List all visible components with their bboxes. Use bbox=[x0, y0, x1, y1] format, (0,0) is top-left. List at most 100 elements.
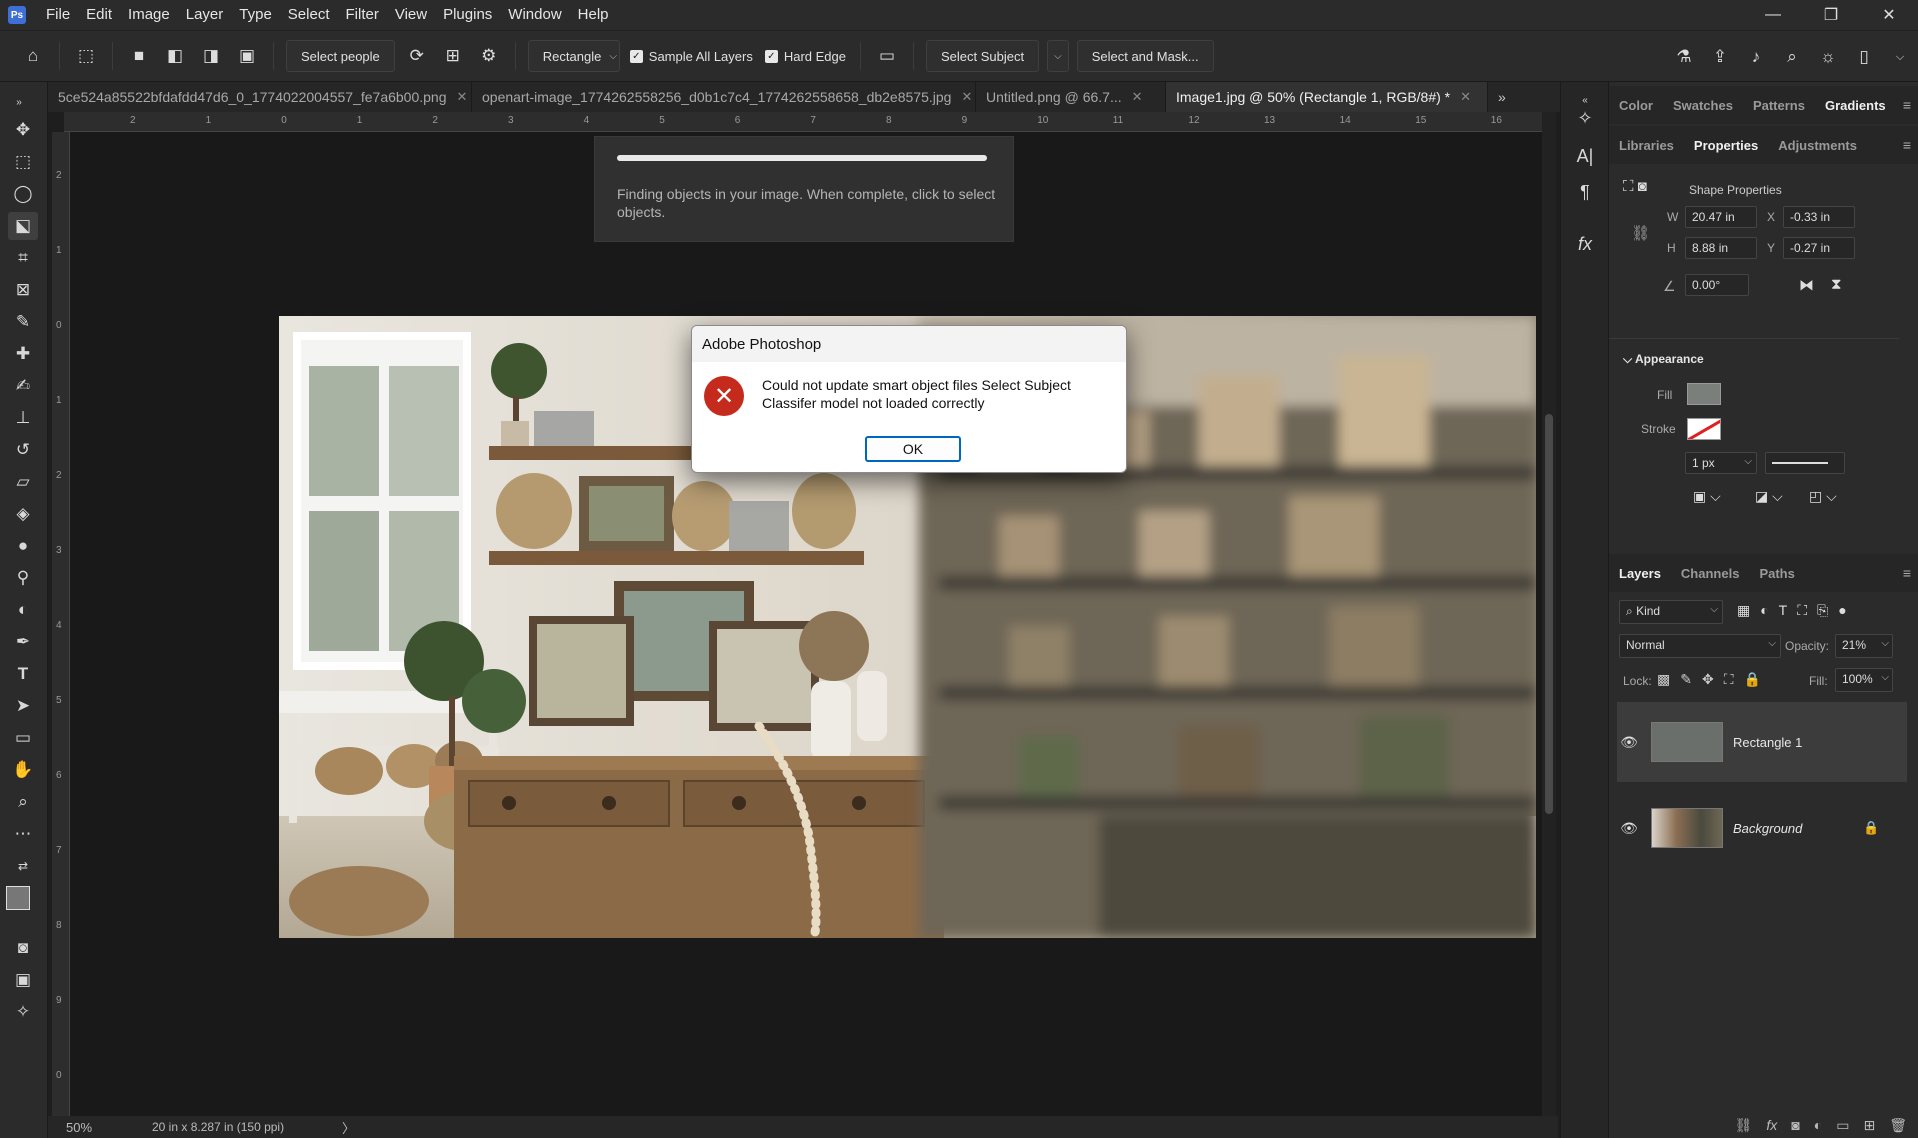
feedback-icon[interactable]: ▭ bbox=[874, 43, 900, 69]
tab-adjustments[interactable]: Adjustments bbox=[1768, 138, 1867, 153]
share-icon[interactable]: ⇪ bbox=[1707, 44, 1733, 70]
menu-window[interactable]: Window bbox=[500, 0, 569, 30]
new-layer-icon[interactable]: ⊞ bbox=[1863, 1117, 1875, 1134]
object-selection-tool-icon[interactable]: ⬕ bbox=[8, 212, 38, 240]
intersect-selection-icon[interactable]: ▣ bbox=[234, 43, 260, 69]
tab-color[interactable]: Color bbox=[1609, 98, 1663, 113]
blur-tool-icon[interactable]: ● bbox=[8, 532, 38, 560]
adjustment-layer-icon[interactable]: ◐ bbox=[1814, 1117, 1822, 1133]
foreground-color-swatch[interactable] bbox=[6, 886, 30, 910]
angle-input[interactable]: 0.00° bbox=[1685, 274, 1749, 296]
tab-libraries[interactable]: Libraries bbox=[1609, 138, 1684, 153]
close-icon[interactable]: ✕ bbox=[961, 89, 972, 105]
restore-button[interactable]: ❐ bbox=[1802, 0, 1860, 30]
sponge-tool-icon[interactable]: ◐ bbox=[8, 596, 38, 624]
visibility-eye-icon[interactable]: 👁 bbox=[1617, 820, 1641, 837]
flip-horizontal-icon[interactable]: ⧓ bbox=[1799, 276, 1814, 294]
x-input[interactable]: -0.33 in bbox=[1783, 206, 1855, 228]
workspace-icon[interactable]: ▯ bbox=[1851, 44, 1877, 70]
path-selection-tool-icon[interactable]: ➤ bbox=[8, 692, 38, 720]
paragraph-panel-icon[interactable]: ¶ bbox=[1571, 178, 1599, 206]
panel-menu-icon[interactable]: ≡ bbox=[1903, 97, 1911, 113]
tab-document-1[interactable]: 5ce524a85522bfdafdd47d6_0_1774022004557_… bbox=[48, 82, 472, 112]
tab-layers[interactable]: Layers bbox=[1609, 566, 1671, 581]
add-to-selection-icon[interactable]: ◧ bbox=[162, 43, 188, 69]
layer-filter-icons[interactable]: ▦◐T⛶⎘● bbox=[1737, 602, 1857, 619]
swap-colors-icon[interactable]: ⇄ bbox=[8, 852, 38, 880]
menu-help[interactable]: Help bbox=[570, 0, 617, 30]
close-icon[interactable]: ✕ bbox=[1132, 89, 1143, 105]
new-selection-icon[interactable]: ■ bbox=[126, 43, 152, 69]
eraser-tool-icon[interactable]: ▱ bbox=[8, 468, 38, 496]
status-menu-arrow[interactable]: 〉 bbox=[342, 1118, 355, 1137]
screen-mode-icon[interactable]: ▣ bbox=[8, 966, 38, 994]
tab-gradients[interactable]: Gradients bbox=[1815, 98, 1896, 113]
refresh-icon[interactable]: ⟳ bbox=[404, 43, 430, 69]
close-icon[interactable]: ✕ bbox=[457, 89, 468, 105]
close-window-button[interactable]: ✕ bbox=[1860, 0, 1918, 30]
generative-icon[interactable]: ✧ bbox=[1571, 104, 1599, 132]
menu-file[interactable]: File bbox=[38, 0, 78, 30]
flask-icon[interactable]: ⚗ bbox=[1671, 44, 1697, 70]
search-icon[interactable]: ⌕ bbox=[1779, 44, 1805, 70]
tab-swatches[interactable]: Swatches bbox=[1663, 98, 1743, 113]
mode-dropdown[interactable]: Rectangle ⌵ bbox=[527, 40, 620, 72]
character-panel-icon[interactable]: A| bbox=[1571, 142, 1599, 170]
tab-overflow-icon[interactable]: » bbox=[1488, 82, 1516, 112]
object-finder-icon[interactable]: ⊞ bbox=[440, 43, 466, 69]
tab-paths[interactable]: Paths bbox=[1749, 566, 1804, 581]
stroke-align-icon[interactable]: ▣ ⌵ bbox=[1693, 488, 1721, 505]
menu-edit[interactable]: Edit bbox=[78, 0, 120, 30]
tab-patterns[interactable]: Patterns bbox=[1743, 98, 1815, 113]
select-and-mask-button[interactable]: Select and Mask... bbox=[1076, 40, 1214, 72]
flip-vertical-icon[interactable]: ⧗ bbox=[1831, 276, 1842, 293]
stroke-color-swatch[interactable] bbox=[1687, 418, 1721, 440]
home-icon[interactable]: ⌂ bbox=[20, 43, 46, 69]
styles-panel-icon[interactable]: fx bbox=[1571, 230, 1599, 258]
stroke-caps-icon[interactable]: ◪ ⌵ bbox=[1755, 488, 1783, 505]
ok-button[interactable]: OK bbox=[865, 436, 961, 462]
select-people-button[interactable]: Select people bbox=[286, 40, 395, 72]
vertical-scrollbar[interactable] bbox=[1542, 112, 1556, 1118]
y-input[interactable]: -0.27 in bbox=[1783, 237, 1855, 259]
vertical-scroll-thumb[interactable] bbox=[1545, 414, 1553, 814]
tab-properties[interactable]: Properties bbox=[1684, 138, 1768, 153]
subtract-from-selection-icon[interactable]: ◨ bbox=[198, 43, 224, 69]
visibility-eye-icon[interactable]: 👁 bbox=[1617, 734, 1641, 751]
appearance-section-header[interactable]: ⌵ Appearance bbox=[1623, 352, 1704, 367]
eyedropper-tool-icon[interactable]: ✎ bbox=[8, 308, 38, 336]
height-input[interactable]: 8.88 in bbox=[1685, 237, 1757, 259]
history-brush-tool-icon[interactable]: ↺ bbox=[8, 436, 38, 464]
lightbulb-icon[interactable]: ☼ bbox=[1815, 44, 1841, 70]
quick-mask-icon[interactable]: ◙ bbox=[8, 934, 38, 962]
lasso-tool-icon[interactable]: ◯ bbox=[8, 180, 38, 208]
stroke-width-input[interactable]: 1 px ⌵ bbox=[1685, 452, 1757, 474]
menu-select[interactable]: Select bbox=[280, 0, 338, 30]
marquee-tool-icon[interactable]: ⬚ bbox=[8, 148, 38, 176]
fx-icon[interactable]: fx bbox=[1766, 1117, 1777, 1133]
opacity-input[interactable]: 21% ⌵ bbox=[1835, 634, 1893, 658]
panel-menu-icon[interactable]: ≡ bbox=[1903, 137, 1911, 153]
dodge-tool-icon[interactable]: ⚲ bbox=[8, 564, 38, 592]
more-tools-icon[interactable]: ⋯ bbox=[8, 820, 38, 848]
link-icon[interactable]: ⛓ bbox=[1631, 224, 1650, 242]
add-mask-icon[interactable]: ◙ bbox=[1791, 1117, 1799, 1133]
menu-layer[interactable]: Layer bbox=[178, 0, 232, 30]
hand-tool-icon[interactable]: ✋ bbox=[8, 756, 38, 784]
select-subject-dropdown[interactable]: ⌵ bbox=[1047, 40, 1069, 72]
blend-mode-dropdown[interactable]: Normal ⌵ bbox=[1619, 634, 1781, 658]
tab-channels[interactable]: Channels bbox=[1671, 566, 1750, 581]
select-subject-button[interactable]: Select Subject bbox=[926, 40, 1040, 72]
layer-filter-kind-dropdown[interactable]: ⌕ Kind ⌵ bbox=[1619, 600, 1723, 624]
zoom-level[interactable]: 50% bbox=[66, 1120, 126, 1135]
move-tool-icon[interactable]: ✥ bbox=[8, 116, 38, 144]
tab-document-4[interactable]: Image1.jpg @ 50% (Rectangle 1, RGB/8#) *… bbox=[1166, 82, 1488, 112]
trash-icon[interactable]: 🗑 bbox=[1889, 1117, 1907, 1134]
minimize-button[interactable]: — bbox=[1744, 0, 1802, 30]
type-tool-icon[interactable]: T bbox=[8, 660, 38, 688]
chevron-down-icon[interactable]: ⌵ bbox=[1887, 44, 1913, 70]
healing-brush-tool-icon[interactable]: ✚ bbox=[8, 340, 38, 368]
hard-edge-checkbox[interactable]: ✓ Hard Edge bbox=[764, 49, 846, 64]
close-icon[interactable]: ✕ bbox=[1460, 89, 1471, 105]
tab-document-3[interactable]: Untitled.png @ 66.7... ✕ bbox=[976, 82, 1166, 112]
